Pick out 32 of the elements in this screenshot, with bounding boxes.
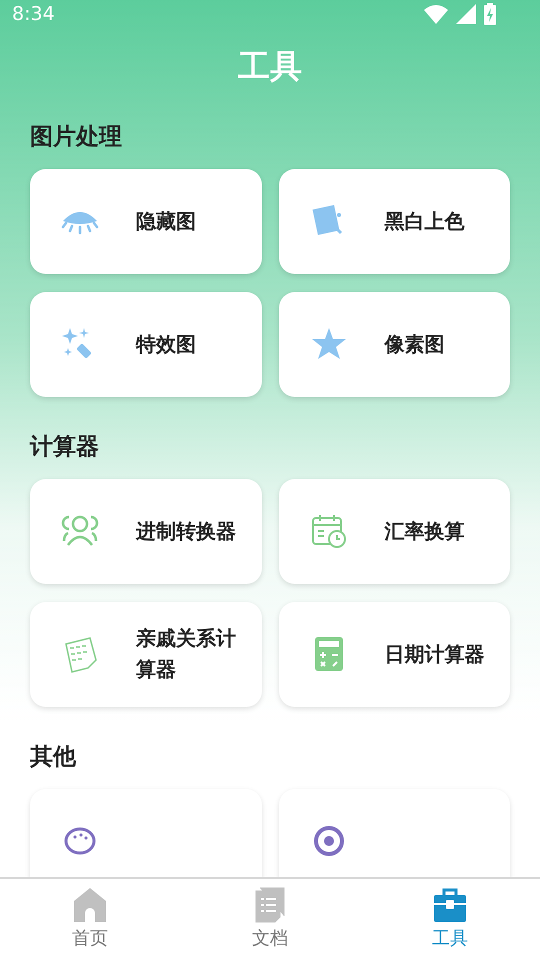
tool-label: 亲戚关系计算器: [136, 625, 237, 683]
tool-label: 进制转换器: [136, 518, 237, 544]
document-icon: [254, 887, 286, 923]
nav-tab[interactable]: 工具: [360, 879, 540, 960]
tool-card[interactable]: 特效图: [30, 292, 262, 396]
page-title: 工具: [237, 46, 303, 86]
status-time: 8:34: [12, 2, 55, 27]
tool-card[interactable]: 汇率换算: [278, 478, 510, 584]
tool-label: 特效图: [136, 330, 197, 358]
section-title: 图片处理: [30, 122, 123, 152]
tool-card[interactable]: 亲戚关系计算器: [30, 602, 262, 706]
tool-card[interactable]: [30, 788, 262, 877]
tool-label: 日期计算器: [384, 640, 486, 668]
signal-icon: [456, 4, 476, 24]
tool-card[interactable]: 黑白上色: [278, 168, 510, 274]
tool-label: 像素图: [384, 330, 446, 358]
tool-card[interactable]: 日期计算器: [278, 602, 510, 706]
tool-label: 隐藏图: [136, 208, 197, 234]
tool-label: 汇率换算: [384, 518, 466, 544]
wifi-icon: [424, 4, 448, 24]
tool-card[interactable]: 像素图: [278, 292, 510, 396]
tool-card[interactable]: [278, 788, 510, 877]
battery-icon: [484, 3, 496, 26]
section-title: 其他: [30, 742, 78, 772]
nav-tab[interactable]: 首页: [0, 879, 180, 960]
section-title: 计算器: [30, 432, 100, 462]
tool-card[interactable]: 隐藏图: [30, 168, 262, 274]
tool-label: 黑白上色: [384, 208, 466, 234]
nav-tab[interactable]: 文档: [180, 879, 360, 960]
tool-card[interactable]: 进制转换器: [30, 478, 262, 584]
toolbox-icon: [433, 887, 467, 923]
house-icon: [73, 887, 107, 923]
